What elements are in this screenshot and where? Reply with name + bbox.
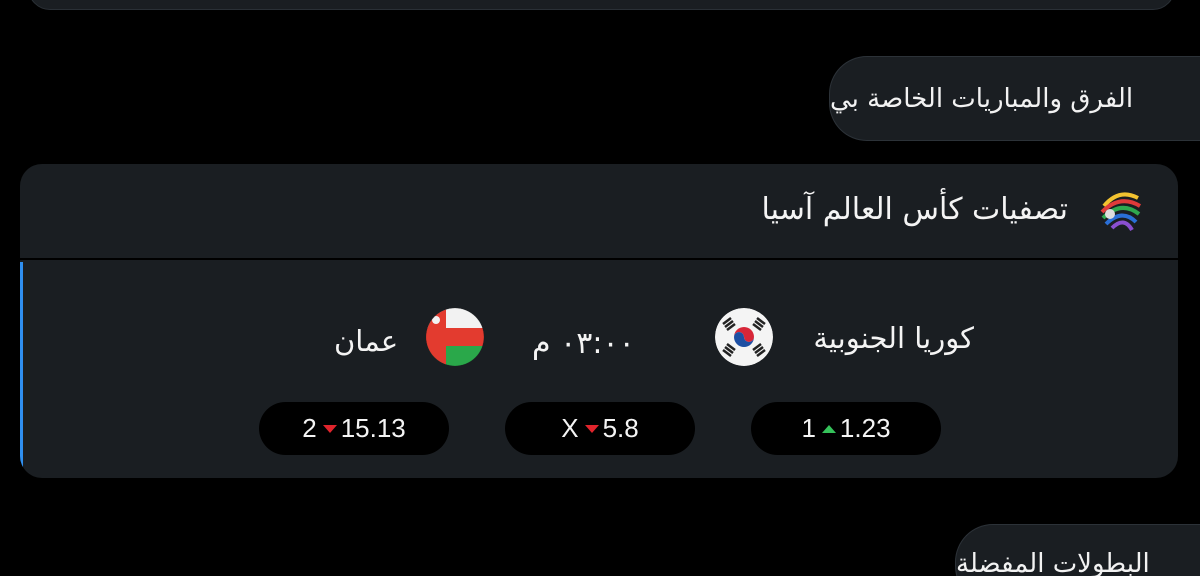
my-teams-and-matches-label: الفرق والمباريات الخاصة بي (830, 83, 1134, 114)
match-time: ٠٣:٠٠ م (532, 326, 635, 361)
draw-odds-value: 5.8 (602, 413, 639, 443)
away-win-odds-button[interactable]: 2 15.13 (259, 402, 449, 455)
league-title: تصفيات كأس العالم آسيا (761, 192, 1069, 227)
home-team-name: كوريا الجنوبية (813, 321, 974, 355)
home-win-odds-value: 1.23 (839, 413, 891, 443)
league-header[interactable]: تصفيات كأس العالم آسيا (20, 164, 1178, 260)
previous-card-edge (28, 0, 1175, 10)
my-teams-and-matches-button[interactable]: الفرق والمباريات الخاصة بي (829, 56, 1200, 141)
away-win-label: 2 (302, 413, 317, 443)
arrow-down-icon (584, 424, 599, 433)
away-win-odds-value: 15.13 (340, 413, 406, 443)
arrow-up-icon (821, 424, 836, 433)
draw-odds-button[interactable]: X 5.8 (505, 402, 695, 455)
match-card[interactable]: تصفيات كأس العالم آسيا كوريا الجنوبية ٠٣… (20, 164, 1178, 478)
draw-label: X (561, 413, 579, 443)
selection-accent-bar (20, 262, 23, 478)
arrow-down-icon (322, 424, 337, 433)
oman-flag-icon (426, 308, 484, 366)
south-korea-flag-icon (715, 308, 773, 366)
home-win-odds-button[interactable]: 1 1.23 (751, 402, 941, 455)
home-win-label: 1 (801, 413, 816, 443)
afc-logo-icon (1100, 192, 1142, 232)
screen: الفرق والمباريات الخاصة بي تصفيات كأس ال… (0, 0, 1200, 576)
away-team-name: عمان (334, 324, 399, 358)
favorite-leagues-label: البطولات المفضلة (956, 549, 1150, 576)
favorite-leagues-button[interactable]: البطولات المفضلة (955, 524, 1200, 576)
